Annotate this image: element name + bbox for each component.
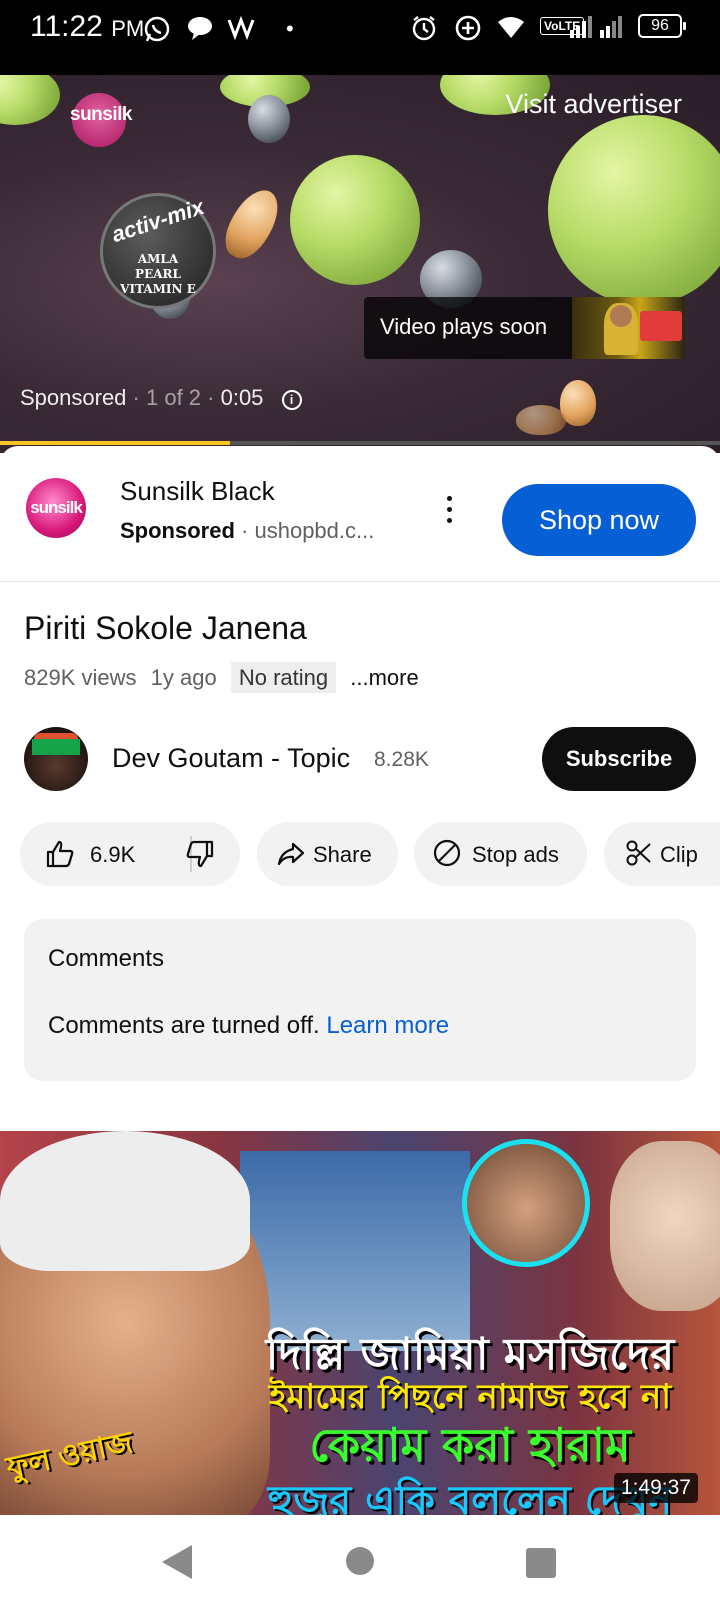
stop-ads-button[interactable]: Stop ads — [414, 822, 587, 886]
thumbs-down-icon[interactable] — [184, 838, 216, 876]
video-duration-badge: 1:49:37 — [613, 1473, 698, 1503]
clip-button[interactable]: Clip — [604, 822, 720, 886]
sunsilk-logo: sunsilk — [70, 104, 132, 125]
thumbnail-title-art — [640, 311, 682, 341]
comments-title: Comments — [48, 945, 165, 972]
back-icon[interactable] — [162, 1545, 192, 1579]
ad-sponsored-label: Sponsored — [20, 385, 127, 410]
status-ampm: PM — [111, 16, 145, 41]
info-icon[interactable]: i — [281, 390, 302, 410]
badge-lines: AMLA PEARL VITAMIN E — [103, 252, 213, 297]
thumbs-up-icon[interactable] — [44, 838, 76, 876]
wifi-icon — [496, 14, 526, 50]
upload-age: 1y ago — [150, 665, 217, 690]
prayer-cap — [0, 1131, 250, 1271]
comments-status: Comments are turned off. Learn more — [48, 1012, 449, 1040]
stop-ads-label: Stop ads — [472, 842, 559, 867]
amla-fruit-image — [290, 155, 420, 285]
activ-mix-badge: activ-mix AMLA PEARL VITAMIN E — [100, 193, 216, 309]
badge-line-pearl: PEARL — [135, 267, 181, 281]
badge-line-vitamin: VITAMIN E — [120, 282, 196, 296]
thumbnail-headline-4: হুজুর একি বললেন দেখুন — [267, 1478, 673, 1515]
ad-progress-bar — [0, 441, 720, 445]
video-title[interactable]: Piriti Sokole Janena — [24, 610, 307, 647]
badge-title: activ-mix — [108, 193, 208, 248]
notification-dot-icon: • — [286, 16, 294, 41]
view-count: 829K views — [24, 665, 137, 690]
pearl-image — [248, 95, 290, 143]
seed-image — [516, 405, 566, 435]
ad-time-left: 0:05 — [220, 385, 264, 410]
inset-portrait — [462, 1139, 590, 1267]
advertiser-avatar[interactable]: sunsilk — [26, 478, 86, 538]
badge-line-amla: AMLA — [137, 252, 179, 266]
shop-now-button[interactable]: Shop now — [502, 484, 696, 556]
home-icon[interactable] — [346, 1547, 374, 1575]
subscribe-button[interactable]: Subscribe — [542, 727, 696, 791]
block-icon — [432, 838, 462, 874]
cell-signal-icon — [570, 14, 630, 48]
learn-more-link[interactable]: Learn more — [326, 1012, 449, 1039]
subscriber-count: 8.28K — [374, 748, 429, 771]
visit-advertiser-link[interactable]: Visit advertiser — [505, 89, 682, 120]
more-link[interactable]: ...more — [350, 665, 418, 690]
share-button[interactable]: Share — [257, 822, 398, 886]
whatsapp-icon — [142, 14, 172, 52]
ad-domain: ushopbd.c... — [254, 518, 375, 543]
status-bar: 11:22 PM • VoLTE 96 — [0, 0, 720, 75]
ad-count: · 1 of 2 · — [132, 385, 215, 410]
alarm-icon — [410, 14, 438, 50]
clip-label: Clip — [660, 842, 698, 867]
share-label: Share — [313, 842, 372, 867]
ad-separator: · — [241, 518, 249, 543]
speaker-portrait — [610, 1141, 720, 1311]
like-dislike-chip: 6.9K — [20, 822, 240, 886]
like-count[interactable]: 6.9K — [90, 842, 135, 868]
scissors-icon — [624, 838, 654, 874]
seed-image — [216, 181, 288, 267]
amla-fruit-image — [548, 115, 720, 305]
upcoming-video-thumbnail[interactable] — [572, 297, 685, 359]
data-saver-icon — [454, 14, 482, 50]
ad-info-bar: Sponsored · 1 of 2 · 0:05 i — [20, 385, 302, 411]
channel-name[interactable]: Dev Goutam - Topic — [112, 743, 350, 774]
ad-title[interactable]: Sunsilk Black — [120, 476, 275, 507]
next-video-thumbnail[interactable]: দিল্লি জামিয়া মসজিদের ইমামের পিছনে নামা… — [0, 1131, 720, 1515]
ad-subtitle: Sponsored · ushopbd.c... — [120, 518, 374, 544]
recents-icon[interactable] — [526, 1548, 556, 1578]
chat-bubble-icon — [186, 14, 214, 50]
ad-sponsored-badge: Sponsored — [120, 518, 235, 543]
channel-avatar[interactable] — [24, 727, 88, 791]
action-chips-row: 6.9K Share Stop ads Clip — [20, 822, 720, 886]
video-plays-soon-preview[interactable]: Video plays soon — [364, 297, 685, 359]
video-meta[interactable]: 829K views 1y ago No rating ...more — [24, 662, 419, 693]
status-clock: 11:22 — [30, 10, 103, 43]
rating-chip: No rating — [230, 662, 337, 693]
share-icon — [275, 838, 307, 876]
comments-panel[interactable]: Comments Comments are turned off. Learn … — [24, 919, 696, 1081]
thumbnail-face — [610, 305, 632, 327]
avatar-label-art — [32, 739, 80, 755]
signal-app-icon — [226, 14, 258, 50]
battery-indicator: 96 — [638, 14, 686, 38]
amla-fruit-image — [0, 75, 60, 125]
status-time: 11:22 PM — [30, 10, 144, 44]
video-plays-soon-label: Video plays soon — [380, 314, 548, 339]
sponsored-card[interactable]: sunsilk Sunsilk Black Sponsored · ushopb… — [0, 446, 720, 582]
system-nav-bar — [0, 1515, 720, 1612]
ad-progress-fill — [0, 441, 231, 445]
comments-off-text: Comments are turned off. — [48, 1012, 320, 1039]
video-player[interactable]: sunsilk activ-mix AMLA PEARL VITAMIN E V… — [0, 75, 720, 453]
more-options-icon[interactable] — [434, 490, 464, 530]
